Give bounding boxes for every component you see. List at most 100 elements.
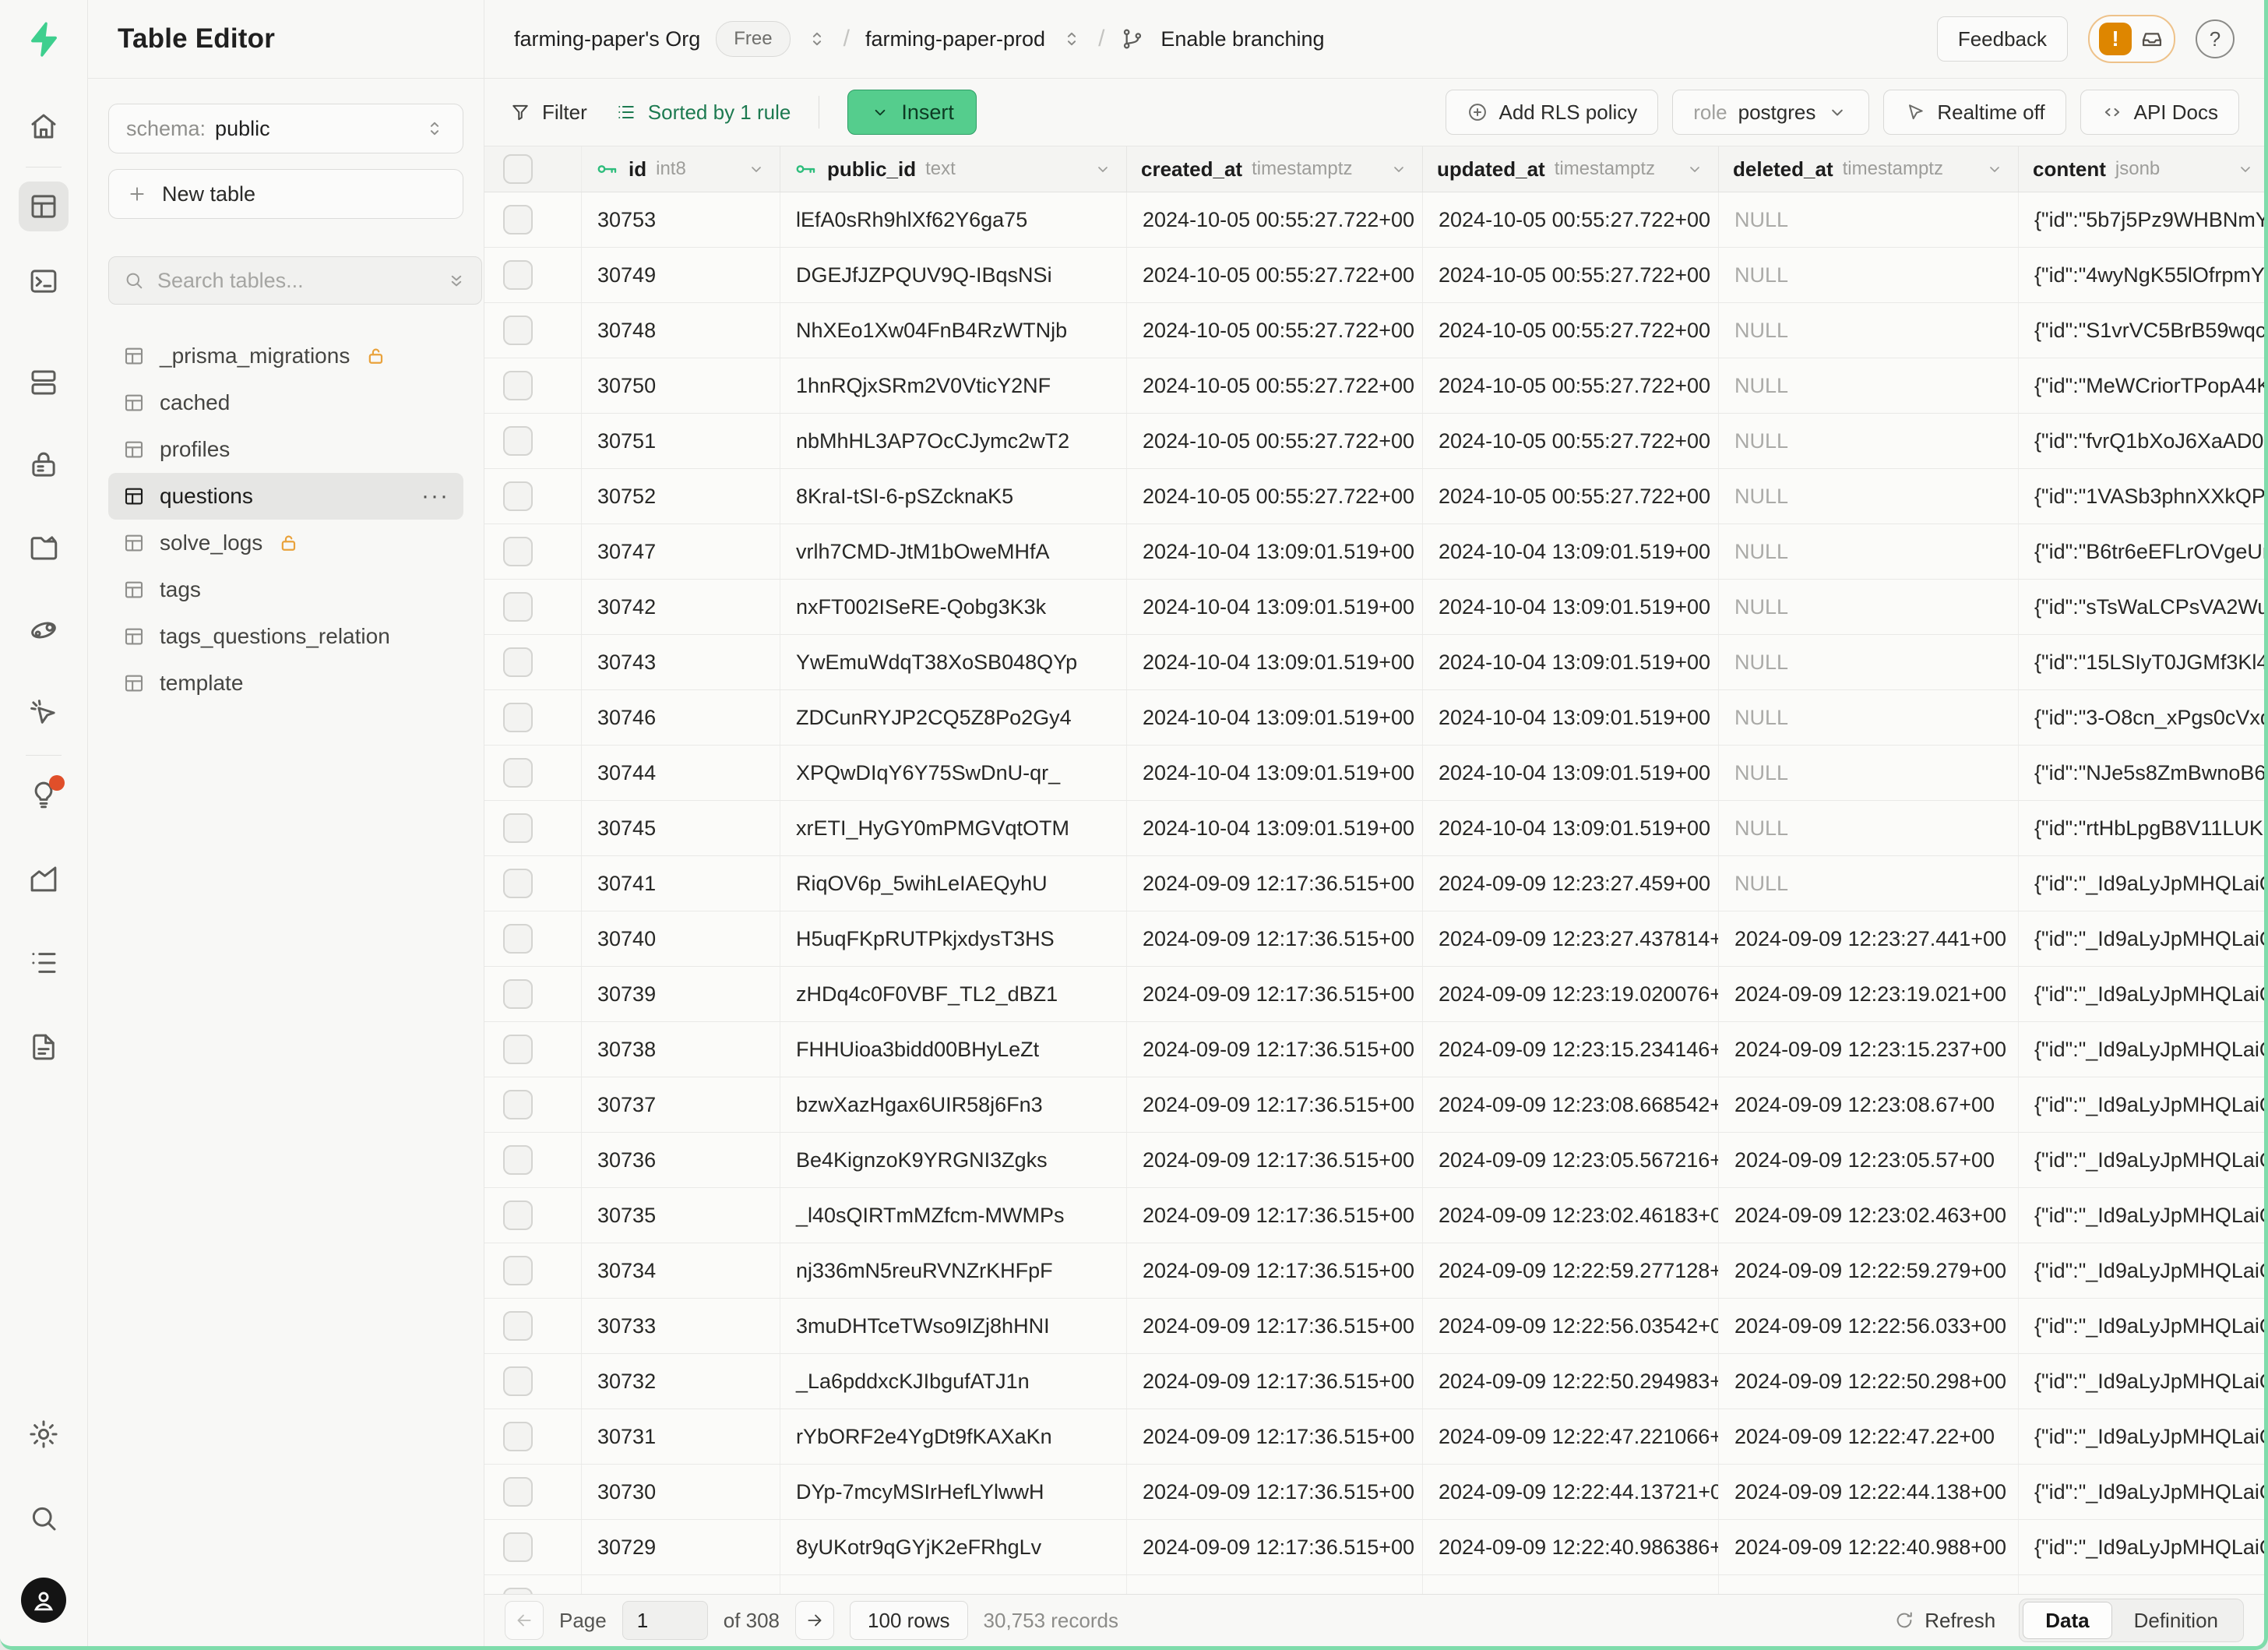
cell-content[interactable]: {"id":"_Id9aLyJpMHQLaiQC (2019, 1022, 2264, 1077)
search-icon[interactable] (19, 1493, 69, 1543)
row-checkbox[interactable] (503, 1090, 533, 1119)
cell-deleted_at[interactable]: NULL (1719, 414, 2019, 468)
cell-created_at[interactable]: 2024-09-09 12:17:36.515+00 (1127, 1575, 1423, 1594)
cell-created_at[interactable]: 2024-09-09 12:17:36.515+00 (1127, 1133, 1423, 1187)
row-checkbox[interactable] (503, 1422, 533, 1451)
cell-created_at[interactable]: 2024-10-05 00:55:27.722+00 (1127, 414, 1423, 468)
cell-created_at[interactable]: 2024-09-09 12:17:36.515+00 (1127, 1188, 1423, 1243)
cell-deleted_at[interactable]: 2024-09-09 12:22:40.988+00 (1719, 1520, 2019, 1574)
role-select[interactable]: role postgres (1672, 90, 1869, 135)
sidebar-item-questions[interactable]: questions··· (108, 473, 463, 520)
cell-deleted_at[interactable]: NULL (1719, 358, 2019, 413)
row-checkbox[interactable] (503, 1532, 533, 1562)
cell-content[interactable]: {"id":"1VASb3phnXXkQPCpv (2019, 469, 2264, 524)
tab-data[interactable]: Data (2023, 1602, 2111, 1639)
cell-id[interactable]: 30731 (582, 1409, 780, 1464)
cell-deleted_at[interactable]: NULL (1719, 746, 2019, 800)
cell-deleted_at[interactable]: 2024-09-09 12:22:50.298+00 (1719, 1354, 2019, 1408)
cell-public_id[interactable]: bzwXazHgax6UIR58j6Fn3 (780, 1077, 1127, 1132)
cell-id[interactable]: 30739 (582, 967, 780, 1021)
row-checkbox[interactable] (503, 537, 533, 566)
column-menu-icon[interactable] (2236, 160, 2255, 178)
cell-updated_at[interactable]: 2024-10-05 00:55:27.722+00 (1423, 192, 1719, 247)
cell-public_id[interactable]: 1hnRQjxSRm2V0VticY2NF (780, 358, 1127, 413)
cell-updated_at[interactable]: 2024-09-09 12:22:50.294983+00 (1423, 1354, 1719, 1408)
cell-created_at[interactable]: 2024-10-05 00:55:27.722+00 (1127, 303, 1423, 358)
cell-id[interactable]: 30752 (582, 469, 780, 524)
cell-deleted_at[interactable]: NULL (1719, 303, 2019, 358)
cell-updated_at[interactable]: 2024-10-04 13:09:01.519+00 (1423, 635, 1719, 689)
cell-public_id[interactable]: Be4KignzoK9YRGNI3Zgks (780, 1133, 1127, 1187)
row-checkbox[interactable] (503, 260, 533, 290)
cell-created_at[interactable]: 2024-10-04 13:09:01.519+00 (1127, 635, 1423, 689)
cell-deleted_at[interactable]: 2024-09-09 12:23:02.463+00 (1719, 1188, 2019, 1243)
cell-content[interactable]: {"id":"_Id9aLyJpMHQLaiQC (2019, 1575, 2264, 1594)
cell-id[interactable]: 30753 (582, 192, 780, 247)
cell-public_id[interactable]: nj336mN5reuRVNZrKHFpF (780, 1243, 1127, 1298)
cell-created_at[interactable]: 2024-10-05 00:55:27.722+00 (1127, 358, 1423, 413)
cell-deleted_at[interactable]: NULL (1719, 801, 2019, 855)
cell-content[interactable]: {"id":"_Id9aLyJpMHQLaiQC (2019, 967, 2264, 1021)
cell-deleted_at[interactable]: 2024-09-09 12:22:47.22+00 (1719, 1409, 2019, 1464)
cell-updated_at[interactable]: 2024-09-09 12:22:56.03542+00 (1423, 1299, 1719, 1353)
cell-public_id[interactable]: DGEJfJZPQUV9Q-IBqsNSi (780, 248, 1127, 302)
cell-id[interactable]: 30746 (582, 690, 780, 745)
cell-content[interactable]: {"id":"B6tr6eEFLrOVgeUmH (2019, 524, 2264, 579)
logs-icon[interactable] (19, 938, 69, 988)
cell-id[interactable]: 30733 (582, 1299, 780, 1353)
home-icon[interactable] (19, 101, 69, 151)
cell-content[interactable]: {"id":"15LSIyT0JGMf3Kl4Vn (2019, 635, 2264, 689)
sort-button[interactable]: Sorted by 1 rule (615, 100, 791, 125)
row-checkbox[interactable] (503, 1311, 533, 1341)
cell-updated_at[interactable]: 2024-10-04 13:09:01.519+00 (1423, 580, 1719, 634)
cell-created_at[interactable]: 2024-10-05 00:55:27.722+00 (1127, 248, 1423, 302)
cell-public_id[interactable]: XPQwDIqY6Y75SwDnU-qr_ (780, 746, 1127, 800)
cell-deleted_at[interactable]: NULL (1719, 690, 2019, 745)
cell-content[interactable]: {"id":"_Id9aLyJpMHQLaiQC (2019, 1465, 2264, 1519)
column-header-updated_at[interactable]: updated_attimestamptz (1423, 146, 1719, 192)
storage-icon[interactable] (19, 523, 69, 573)
cell-deleted_at[interactable]: 2024-09-09 12:22:37.958+00 (1719, 1575, 2019, 1594)
cell-created_at[interactable]: 2024-09-09 12:17:36.515+00 (1127, 1077, 1423, 1132)
cell-id[interactable]: 30743 (582, 635, 780, 689)
column-header-id[interactable]: idint8 (582, 146, 780, 192)
cell-public_id[interactable]: nxFT002ISeRE-Qobg3K3k (780, 580, 1127, 634)
column-menu-icon[interactable] (1389, 160, 1408, 178)
cell-id[interactable]: 30748 (582, 303, 780, 358)
cell-public_id[interactable]: nbMhHL3AP7OcCJymc2wT2 (780, 414, 1127, 468)
row-checkbox[interactable] (503, 1200, 533, 1230)
cell-public_id[interactable]: YwEmuWdqT38XoSB048QYp (780, 635, 1127, 689)
cell-created_at[interactable]: 2024-10-05 00:55:27.722+00 (1127, 469, 1423, 524)
cell-content[interactable]: {"id":"MeWCriorTPopA4Kc9 (2019, 358, 2264, 413)
cell-content[interactable]: {"id":"_Id9aLyJpMHQLaiQC (2019, 1077, 2264, 1132)
row-checkbox[interactable] (503, 481, 533, 511)
org-switcher-icon[interactable] (806, 28, 828, 50)
cell-deleted_at[interactable]: NULL (1719, 469, 2019, 524)
realtime-icon[interactable] (19, 605, 69, 655)
cell-content[interactable]: {"id":"sTsWaLCPsVA2WuK2 (2019, 580, 2264, 634)
sidebar-item-solve_logs[interactable]: solve_logs (108, 520, 463, 566)
cell-content[interactable]: {"id":"S1vrVC5BrB59wqcM4 (2019, 303, 2264, 358)
column-header-created_at[interactable]: created_attimestamptz (1127, 146, 1423, 192)
new-table-button[interactable]: New table (108, 169, 463, 219)
cell-updated_at[interactable]: 2024-09-09 12:22:47.221066+00 (1423, 1409, 1719, 1464)
cell-id[interactable]: 30744 (582, 746, 780, 800)
cell-public_id[interactable]: DYp-7mcyMSIrHefLYlwwH (780, 1465, 1127, 1519)
rows-per-page-button[interactable]: 100 rows (850, 1601, 968, 1640)
column-menu-icon[interactable] (747, 160, 766, 178)
column-menu-icon[interactable] (1985, 160, 2004, 178)
cell-created_at[interactable]: 2024-09-09 12:17:36.515+00 (1127, 856, 1423, 911)
add-rls-policy-button[interactable]: Add RLS policy (1446, 90, 1659, 135)
cell-deleted_at[interactable]: NULL (1719, 580, 2019, 634)
search-tables-field[interactable] (156, 268, 435, 294)
cell-deleted_at[interactable]: 2024-09-09 12:22:56.033+00 (1719, 1299, 2019, 1353)
column-menu-icon[interactable] (1685, 160, 1704, 178)
cell-public_id[interactable]: zHDq4c0F0VBF_TL2_dBZ1 (780, 967, 1127, 1021)
cell-created_at[interactable]: 2024-09-09 12:17:36.515+00 (1127, 1243, 1423, 1298)
row-checkbox[interactable] (503, 1035, 533, 1064)
cell-public_id[interactable]: 8yUKotr9qGYjK2eFRhgLv (780, 1520, 1127, 1574)
cell-deleted_at[interactable]: NULL (1719, 248, 2019, 302)
row-checkbox[interactable] (503, 758, 533, 788)
api-docs-icon[interactable] (19, 1022, 69, 1072)
cell-deleted_at[interactable]: 2024-09-09 12:23:05.57+00 (1719, 1133, 2019, 1187)
